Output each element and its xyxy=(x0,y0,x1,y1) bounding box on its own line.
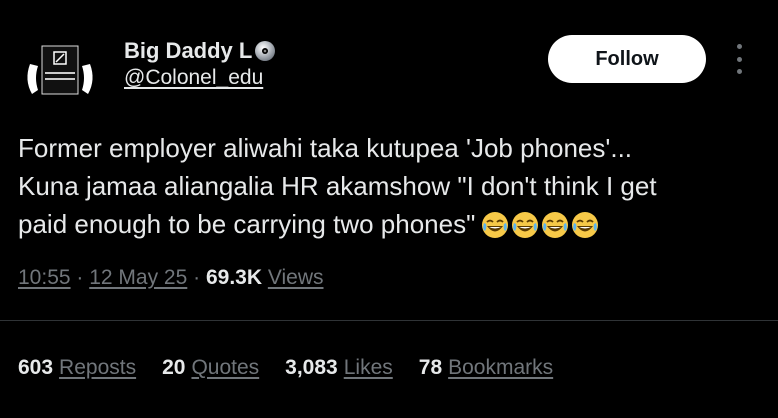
author-handle[interactable]: @Colonel_edu xyxy=(124,66,263,90)
tweet-date[interactable]: 12 May 25 xyxy=(89,266,187,289)
tweet-time[interactable]: 10:55 xyxy=(18,266,71,289)
more-vertical-icon[interactable] xyxy=(733,44,745,74)
stat-label: Reposts xyxy=(59,356,137,379)
tweet-emojis xyxy=(481,211,599,239)
tweet-body: Former employer aliwahi taka kutupea 'Jo… xyxy=(18,129,763,243)
stat-label: Likes xyxy=(343,356,393,379)
stat-count: 3,083 xyxy=(285,356,338,379)
avatar-logo-icon xyxy=(14,24,106,116)
stat-bookmarks[interactable]: 78 Bookmarks xyxy=(419,356,553,380)
stat-reposts[interactable]: 603 Reposts xyxy=(18,356,136,380)
meta-separator: · xyxy=(70,266,90,289)
views-count[interactable]: 69.3K xyxy=(206,266,262,289)
author-name-text: Big Daddy L xyxy=(124,38,253,63)
joy-emoji-icon xyxy=(542,212,569,238)
stat-quotes[interactable]: 20 Quotes xyxy=(162,356,259,380)
follow-button[interactable]: Follow xyxy=(548,35,706,83)
stat-label: Bookmarks xyxy=(448,356,554,379)
joy-emoji-icon xyxy=(572,212,599,238)
joy-emoji-icon xyxy=(512,212,539,238)
author-display-name[interactable]: Big Daddy L xyxy=(124,38,276,64)
tweet-meta: 10:55 · 12 May 25 · 69.3K Views xyxy=(18,266,324,290)
stat-count: 78 xyxy=(418,356,443,379)
joy-emoji-icon xyxy=(482,212,509,238)
avatar[interactable] xyxy=(14,24,106,116)
stat-count: 603 xyxy=(18,356,54,379)
views-label[interactable]: Views xyxy=(268,266,324,289)
stat-likes[interactable]: 3,083 Likes xyxy=(285,356,393,380)
stat-count: 20 xyxy=(162,356,186,379)
meta-separator: · xyxy=(187,266,206,289)
engagement-stats: 603 Reposts 20 Quotes 3,083 Likes 78 Boo… xyxy=(18,356,553,380)
cd-disc-icon xyxy=(255,41,276,61)
divider xyxy=(0,320,778,321)
stat-label: Quotes xyxy=(191,356,260,379)
